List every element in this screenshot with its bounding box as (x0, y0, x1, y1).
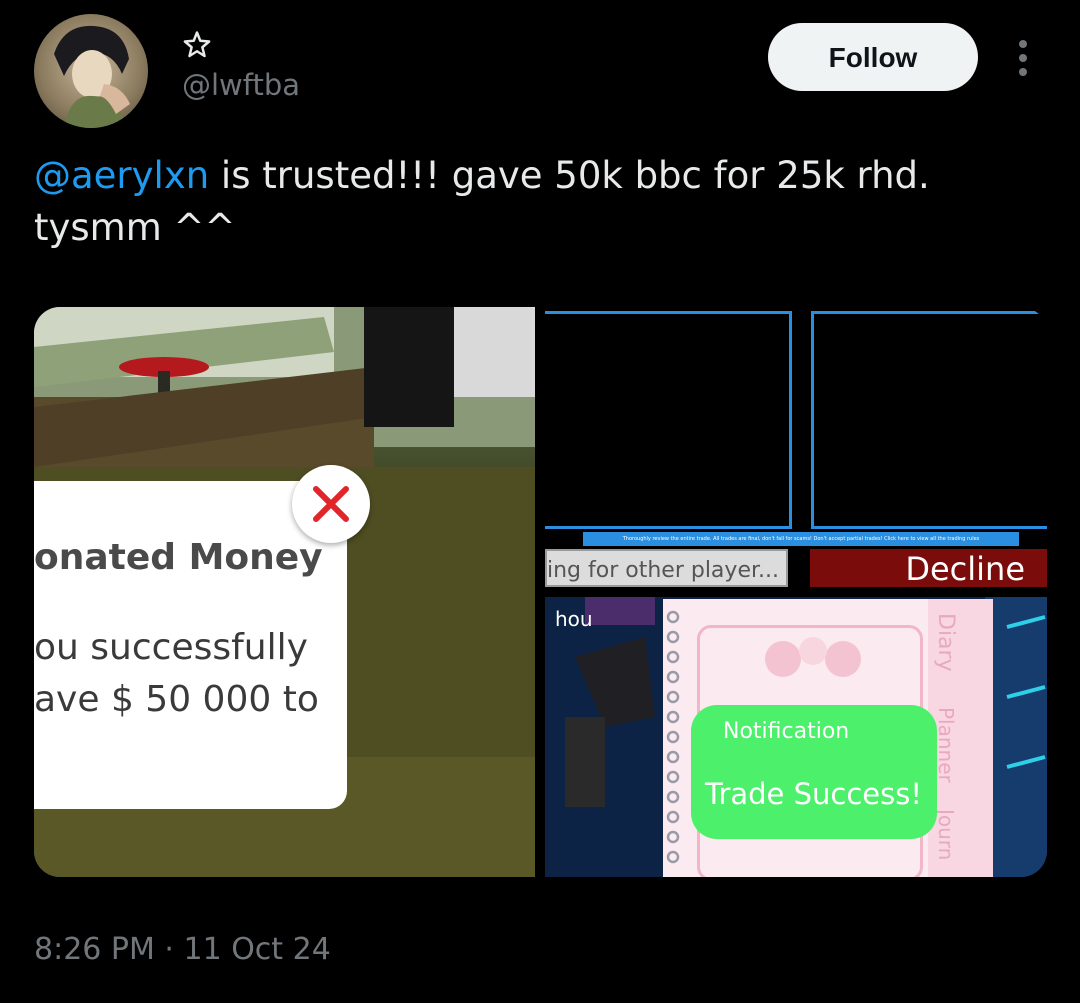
media-image-donated-money[interactable]: onated Money ou successfully ave $ 50 00… (34, 307, 535, 877)
media-grid: onated Money ou successfully ave $ 50 00… (34, 307, 1047, 877)
trade-success-notification: Notification Trade Success! (691, 705, 937, 839)
tab-diary[interactable]: Diary (933, 613, 958, 672)
author-handle[interactable]: @lwftba (182, 68, 300, 102)
trade-slot-you (545, 311, 792, 529)
close-x-icon[interactable] (292, 465, 370, 543)
media-image-trade-success[interactable]: hou Diary Planner Journ Notification Tra… (545, 597, 1047, 877)
diary-tabs: Diary Planner Journ (928, 599, 993, 877)
decline-button[interactable]: Decline (810, 549, 1047, 587)
player-label: hou (555, 607, 593, 631)
mention-link[interactable]: @aerylxn (34, 154, 209, 197)
flower-decoration (765, 637, 861, 677)
tweet-text-line1: is trusted!!! gave 50k bbc for 25k rhd. (209, 154, 930, 197)
waiting-button[interactable]: ing for other player... (545, 549, 788, 587)
trade-slot-other (811, 311, 1047, 529)
star-icon (183, 31, 211, 58)
card-title: onated Money (34, 537, 323, 578)
tweet-timestamp[interactable]: 8:26 PM · 11 Oct 24 (34, 932, 331, 967)
tab-journal[interactable]: Journ (934, 809, 958, 860)
media-image-trade-window[interactable]: Thoroughly review the entire trade. All … (545, 307, 1047, 587)
avatar[interactable] (34, 14, 148, 128)
trading-rules-banner[interactable]: Thoroughly review the entire trade. All … (583, 532, 1019, 546)
notification-title: Notification (723, 719, 850, 744)
tab-planner[interactable]: Planner (934, 707, 958, 783)
card-line1: ou successfully (34, 627, 308, 668)
tweet-text-line2: tysmm ^^ (34, 206, 236, 249)
notification-message: Trade Success! (705, 777, 922, 811)
more-options-icon[interactable] (1010, 38, 1036, 78)
tweet-text: @aerylxn is trusted!!! gave 50k bbc for … (34, 150, 1044, 254)
follow-button[interactable]: Follow (768, 23, 978, 91)
card-line2: ave $ 50 000 to (34, 679, 319, 720)
spiral-binding (666, 610, 680, 864)
avatar-illustration (54, 25, 130, 128)
